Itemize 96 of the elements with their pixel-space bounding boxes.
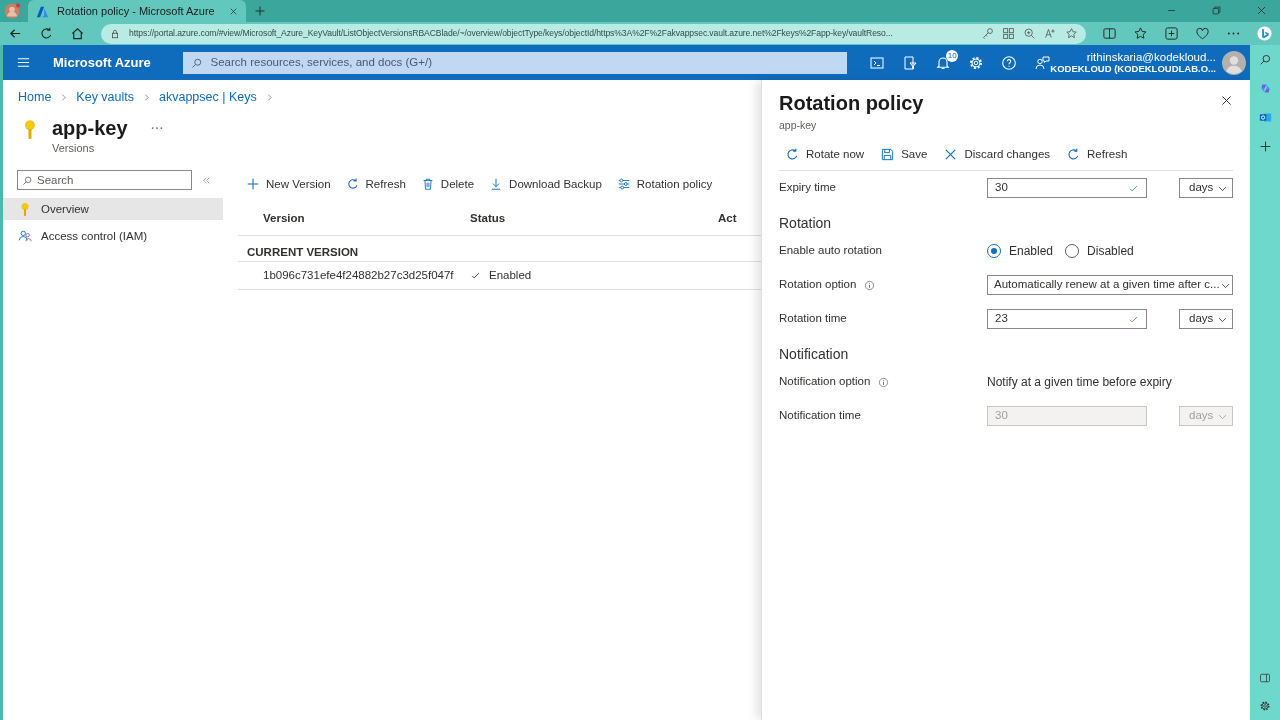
- breadcrumb-link[interactable]: Home: [18, 88, 52, 107]
- key-icon[interactable]: [981, 27, 994, 40]
- table-cell-text: Enabled: [489, 268, 532, 284]
- input-field[interactable]: 23: [987, 309, 1147, 329]
- resource-subtitle: Versions: [52, 140, 96, 156]
- section-heading: Rotation: [779, 214, 833, 233]
- collapse-icon[interactable]: [202, 175, 211, 185]
- unit-dropdown[interactable]: days: [1179, 178, 1233, 198]
- split-screen-icon[interactable]: [1102, 26, 1117, 41]
- collections-icon[interactable]: [1164, 26, 1179, 41]
- directory-filter-icon[interactable]: [902, 54, 919, 71]
- field-label: Rotation option: [779, 277, 857, 293]
- info-icon[interactable]: [878, 376, 890, 388]
- field-label: Notification time: [779, 408, 861, 424]
- restore-icon[interactable]: [1211, 5, 1222, 16]
- toolbar-button[interactable]: New Version: [246, 175, 331, 193]
- brand-name[interactable]: Microsoft Azure: [53, 52, 183, 73]
- settings-icon[interactable]: [1259, 700, 1271, 712]
- chevron-icon: [142, 92, 151, 102]
- tab-title: Rotation policy - Microsoft Azure: [57, 3, 216, 19]
- unit-dropdown[interactable]: days: [1179, 309, 1233, 329]
- plus-icon: [246, 177, 260, 192]
- input-field: 30: [987, 406, 1147, 426]
- dropdown[interactable]: Automatically renew at a given time after c...: [987, 275, 1233, 295]
- panel-title: Rotation policy: [779, 91, 924, 116]
- info-icon[interactable]: [864, 279, 876, 291]
- new-tab-icon[interactable]: [254, 5, 266, 17]
- sidebar-item[interactable]: Overview: [3, 198, 223, 221]
- section-heading: Notification: [779, 345, 850, 364]
- breadcrumb-link[interactable]: akvappsec | Keys: [159, 88, 257, 107]
- unit-dropdown: days: [1179, 406, 1233, 426]
- terminal-icon[interactable]: [869, 54, 886, 71]
- input-field[interactable]: 30: [987, 178, 1147, 198]
- settings-icon[interactable]: [968, 54, 985, 71]
- home-icon[interactable]: [70, 26, 85, 41]
- people-icon: [18, 229, 32, 244]
- toolbar-button[interactable]: Refresh: [345, 175, 406, 193]
- apps-icon[interactable]: [1002, 27, 1015, 40]
- read-aloud-icon[interactable]: [1044, 27, 1057, 40]
- copilot-icon[interactable]: [1258, 82, 1272, 95]
- favorite-icon[interactable]: [1065, 27, 1078, 40]
- toolbar-button[interactable]: Download Backup: [489, 175, 602, 193]
- close-icon[interactable]: [1220, 94, 1233, 107]
- group-header: CURRENT VERSION: [247, 245, 359, 260]
- column-header: Status: [470, 211, 507, 227]
- outlook-icon[interactable]: [1258, 111, 1272, 124]
- search-icon: [190, 56, 203, 69]
- notification-badge: 10: [946, 49, 959, 62]
- field-label: Enable auto rotation: [779, 243, 882, 259]
- panel-subtitle: app-key: [779, 118, 818, 133]
- search-field[interactable]: Search resources, services, and docs (G+/): [182, 51, 848, 74]
- menu-icon[interactable]: [16, 55, 31, 70]
- toolbar-button[interactable]: Discard changes: [943, 145, 1051, 163]
- sidebar-item[interactable]: Access control (IAM): [3, 225, 223, 248]
- help-icon[interactable]: [1001, 54, 1018, 71]
- add-icon[interactable]: [1258, 140, 1272, 153]
- toolbar-button[interactable]: Rotation policy: [616, 175, 713, 193]
- chevron-icon: [59, 92, 69, 102]
- zoom-icon[interactable]: [1023, 27, 1036, 40]
- health-icon[interactable]: [1195, 26, 1210, 41]
- column-header: Act: [718, 211, 737, 227]
- lock-icon: [109, 27, 121, 40]
- field-value: Notify at a given time before expiry: [987, 374, 1172, 391]
- field-label: Expiry time: [779, 180, 836, 196]
- refresh-icon: [785, 146, 800, 162]
- resource-title: app-key: [52, 115, 128, 141]
- user-avatar[interactable]: [1222, 50, 1246, 75]
- favorites-icon[interactable]: [1133, 26, 1148, 41]
- refresh-icon: [345, 177, 360, 192]
- toolbar-button[interactable]: Rotate now: [785, 145, 865, 163]
- tenant-name: KODEKLOUD (KODEKLOUDLAB.O...: [1050, 63, 1216, 74]
- column-header: Version: [262, 211, 306, 227]
- option-label[interactable]: Enabled: [1009, 242, 1054, 260]
- url-text: https://portal.azure.com/#view/Microsoft_Azure_KeyVault/ListObjectVersionsRBACBlade/~/overview/objectType/keys/objectId/https%3A%2F%2Fakvappsec.vault.azure.net%2Fkeys%2Fapp-key/vaultReso...: [129, 27, 893, 40]
- bing-icon[interactable]: [1257, 26, 1272, 41]
- azure-logo-icon: [36, 4, 49, 18]
- toolbar-button[interactable]: Delete: [420, 175, 475, 193]
- save-icon: [880, 146, 896, 162]
- address-bar[interactable]: https://portal.azure.com/#view/Microsoft_Azure_KeyVault/ListObjectVersionsRBACBlade/~/overview/objectType/keys/objectId/https%3A%2F%2Fakvappsec.vault.azure.net%2Fkeys%2Fapp-key/vaultReso...: [101, 23, 1086, 44]
- toolbar-button[interactable]: Save: [880, 145, 928, 163]
- profile-avatar[interactable]: [4, 3, 20, 19]
- search-field[interactable]: Search: [17, 170, 192, 191]
- feedback-icon[interactable]: [1034, 54, 1051, 71]
- search-icon: [22, 174, 33, 186]
- search-icon[interactable]: [1258, 53, 1272, 66]
- side-panel-icon[interactable]: [1259, 672, 1271, 684]
- field-label: Rotation time: [779, 311, 847, 327]
- browser-tab[interactable]: Rotation policy - Microsoft Azure: [28, 0, 246, 22]
- table-cell-text: 1b096c731efe4f24882b27c3d25f047f: [262, 268, 455, 284]
- sliders-icon: [616, 177, 631, 192]
- user-name: rithinskaria@kodekloud...: [1085, 51, 1216, 64]
- refresh-icon[interactable]: [39, 26, 54, 41]
- field-label: Notification option: [779, 374, 871, 390]
- option-label[interactable]: Disabled: [1087, 242, 1134, 260]
- breadcrumb-link[interactable]: Key vaults: [76, 88, 134, 107]
- toolbar-button[interactable]: Refresh: [1066, 145, 1128, 163]
